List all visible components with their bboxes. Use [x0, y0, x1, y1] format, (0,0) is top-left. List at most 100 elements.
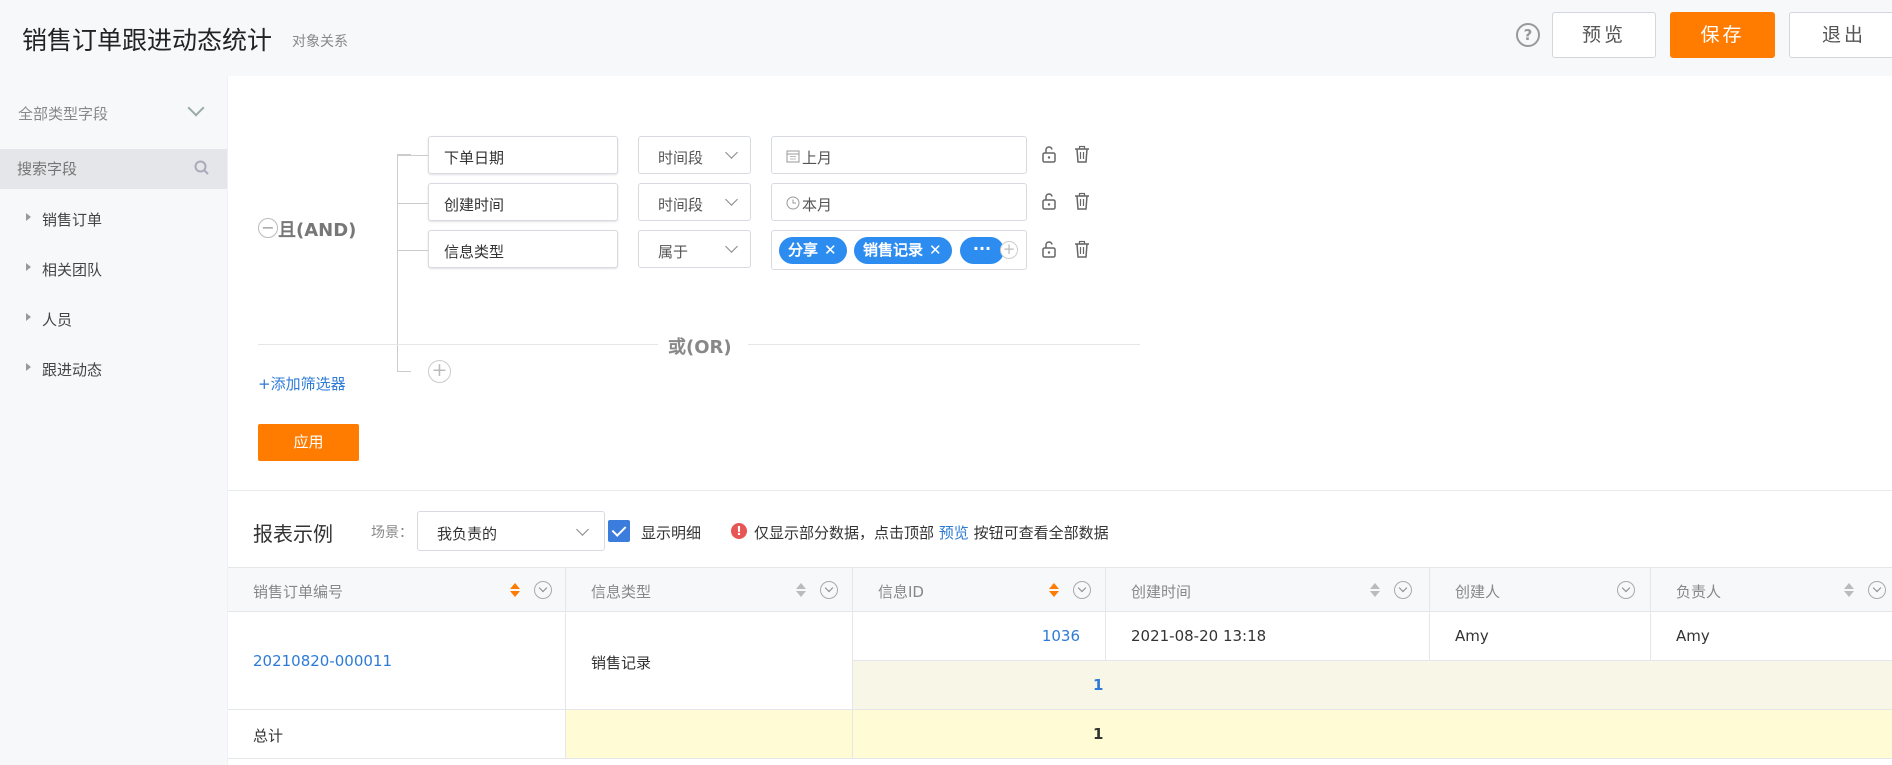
sidebar-item-team[interactable]: 相关团队	[0, 253, 227, 283]
show-detail-label[interactable]: 显示明细	[641, 522, 701, 543]
condition-value-tags[interactable]: 分享 ✕ 销售记录 ✕ ··· +	[771, 230, 1027, 270]
operator-label: 时间段	[658, 196, 704, 214]
sort-icon[interactable]	[796, 583, 806, 599]
unlock-icon[interactable]	[1040, 192, 1058, 210]
condition-field[interactable]: 下单日期	[428, 136, 618, 174]
search-input[interactable]	[17, 158, 187, 180]
column-header[interactable]: 销售订单编号	[228, 567, 566, 612]
tag-remove-icon[interactable]: ✕	[929, 241, 942, 259]
condition-value-label: 本月	[802, 196, 833, 214]
group-bracket	[397, 154, 411, 372]
save-button[interactable]: 保存	[1670, 12, 1775, 58]
condition-field-label: 信息类型	[444, 243, 505, 261]
unlock-icon[interactable]	[1040, 240, 1058, 258]
condition-operator[interactable]: 时间段	[638, 136, 751, 174]
trash-icon[interactable]	[1073, 240, 1091, 258]
main-content: − 且(AND) 下单日期 时间段 上月 创建时间 时间段 本月 信息类型 属于…	[228, 76, 1892, 765]
more-tags-button[interactable]: ···	[960, 237, 1004, 264]
column-menu-icon[interactable]	[1617, 581, 1635, 599]
apply-button[interactable]: 应用	[258, 424, 359, 461]
sidebar-item-label: 人员	[42, 311, 73, 329]
table-cell: 20210820-000011	[228, 612, 566, 710]
column-header[interactable]: 信息ID	[853, 567, 1106, 612]
show-detail-checkbox[interactable]	[608, 520, 630, 542]
help-icon[interactable]: ?	[1516, 23, 1540, 47]
trash-icon[interactable]	[1073, 192, 1091, 210]
total-row: 1	[853, 710, 1892, 759]
column-header-label: 销售订单编号	[253, 583, 344, 601]
column-menu-icon[interactable]	[1073, 581, 1091, 599]
operator-label: 属于	[658, 243, 689, 261]
bracket-tick	[398, 250, 428, 251]
caret-right-icon	[26, 263, 31, 271]
tag-remove-icon[interactable]: ✕	[824, 241, 837, 259]
sort-icon[interactable]	[1844, 583, 1854, 599]
column-menu-icon[interactable]	[820, 581, 838, 599]
column-header[interactable]: 创建时间	[1106, 567, 1430, 612]
created-time-value: 2021-08-20 13:18	[1131, 627, 1267, 645]
sort-icon[interactable]	[510, 583, 520, 599]
field-type-select[interactable]: 全部类型字段	[18, 103, 108, 124]
column-header-label: 信息类型	[591, 583, 652, 601]
add-tag-icon[interactable]: +	[1000, 241, 1018, 259]
exit-button[interactable]: 退出	[1789, 12, 1892, 58]
column-header[interactable]: 创建人	[1430, 567, 1651, 612]
notice-prefix: 仅显示部分数据，点击顶部	[754, 524, 939, 542]
chevron-down-icon	[725, 240, 738, 253]
page-subtitle: 对象关系	[292, 34, 348, 50]
add-condition-icon[interactable]: +	[428, 360, 451, 383]
scene-select[interactable]: 我负责的	[417, 511, 605, 551]
total-count: 1	[1093, 725, 1104, 743]
sidebar-item-label: 跟进动态	[42, 361, 103, 379]
collapse-group-icon[interactable]: −	[258, 218, 278, 238]
sidebar-item-sales-order[interactable]: 销售订单	[0, 203, 227, 233]
column-header-label: 创建人	[1455, 583, 1501, 601]
column-header[interactable]: 信息类型	[566, 567, 853, 612]
trash-icon[interactable]	[1073, 145, 1091, 163]
chevron-down-icon	[576, 523, 589, 536]
table-cell: 销售记录	[566, 612, 853, 710]
notice-text: 仅显示部分数据，点击顶部 预览 按钮可查看全部数据	[754, 522, 1109, 543]
chevron-down-icon	[725, 146, 738, 159]
add-filter-link[interactable]: +添加筛选器	[258, 373, 346, 394]
bracket-tick	[398, 155, 428, 156]
sidebar-item-label: 相关团队	[42, 261, 103, 279]
total-label: 总计	[253, 727, 284, 745]
warning-icon: !	[731, 523, 747, 539]
unlock-icon[interactable]	[1040, 145, 1058, 163]
column-header-label: 创建时间	[1131, 583, 1192, 601]
total-label-cell: 总计	[228, 710, 566, 759]
sidebar-item-label: 销售订单	[42, 211, 103, 229]
column-menu-icon[interactable]	[1868, 581, 1886, 599]
sidebar-item-followup[interactable]: 跟进动态	[0, 353, 227, 383]
sort-icon[interactable]	[1049, 583, 1059, 599]
search-icon[interactable]	[193, 159, 211, 177]
creator-value: Amy	[1455, 627, 1489, 645]
condition-operator[interactable]: 属于	[638, 230, 751, 268]
condition-operator[interactable]: 时间段	[638, 183, 751, 221]
sort-icon[interactable]	[1370, 583, 1380, 599]
condition-field[interactable]: 信息类型	[428, 230, 618, 268]
column-menu-icon[interactable]	[534, 581, 552, 599]
condition-field-label: 创建时间	[444, 196, 505, 214]
condition-value[interactable]: 本月	[771, 183, 1027, 221]
sidebar-item-person[interactable]: 人员	[0, 303, 227, 333]
search-box	[0, 149, 227, 189]
report-title: 报表示例	[253, 522, 333, 546]
condition-value[interactable]: 上月	[771, 136, 1027, 174]
column-menu-icon[interactable]	[1394, 581, 1412, 599]
notice-preview-link[interactable]: 预览	[939, 524, 969, 542]
order-number-link[interactable]: 20210820-000011	[253, 652, 392, 670]
scene-label: 场景：	[371, 525, 413, 541]
chevron-down-icon[interactable]	[187, 99, 205, 117]
preview-button[interactable]: 预览	[1552, 12, 1656, 58]
value-tag: 分享 ✕	[779, 237, 847, 264]
info-id-link[interactable]: 1036	[1042, 627, 1080, 645]
subtotal-row: 1	[853, 661, 1892, 710]
info-type-value: 销售记录	[591, 654, 652, 672]
condition-field[interactable]: 创建时间	[428, 183, 618, 221]
page-title: 销售订单跟进动态统计	[22, 26, 273, 55]
column-header[interactable]: 负责人	[1651, 567, 1892, 612]
caret-right-icon	[26, 363, 31, 371]
caret-right-icon	[26, 213, 31, 221]
